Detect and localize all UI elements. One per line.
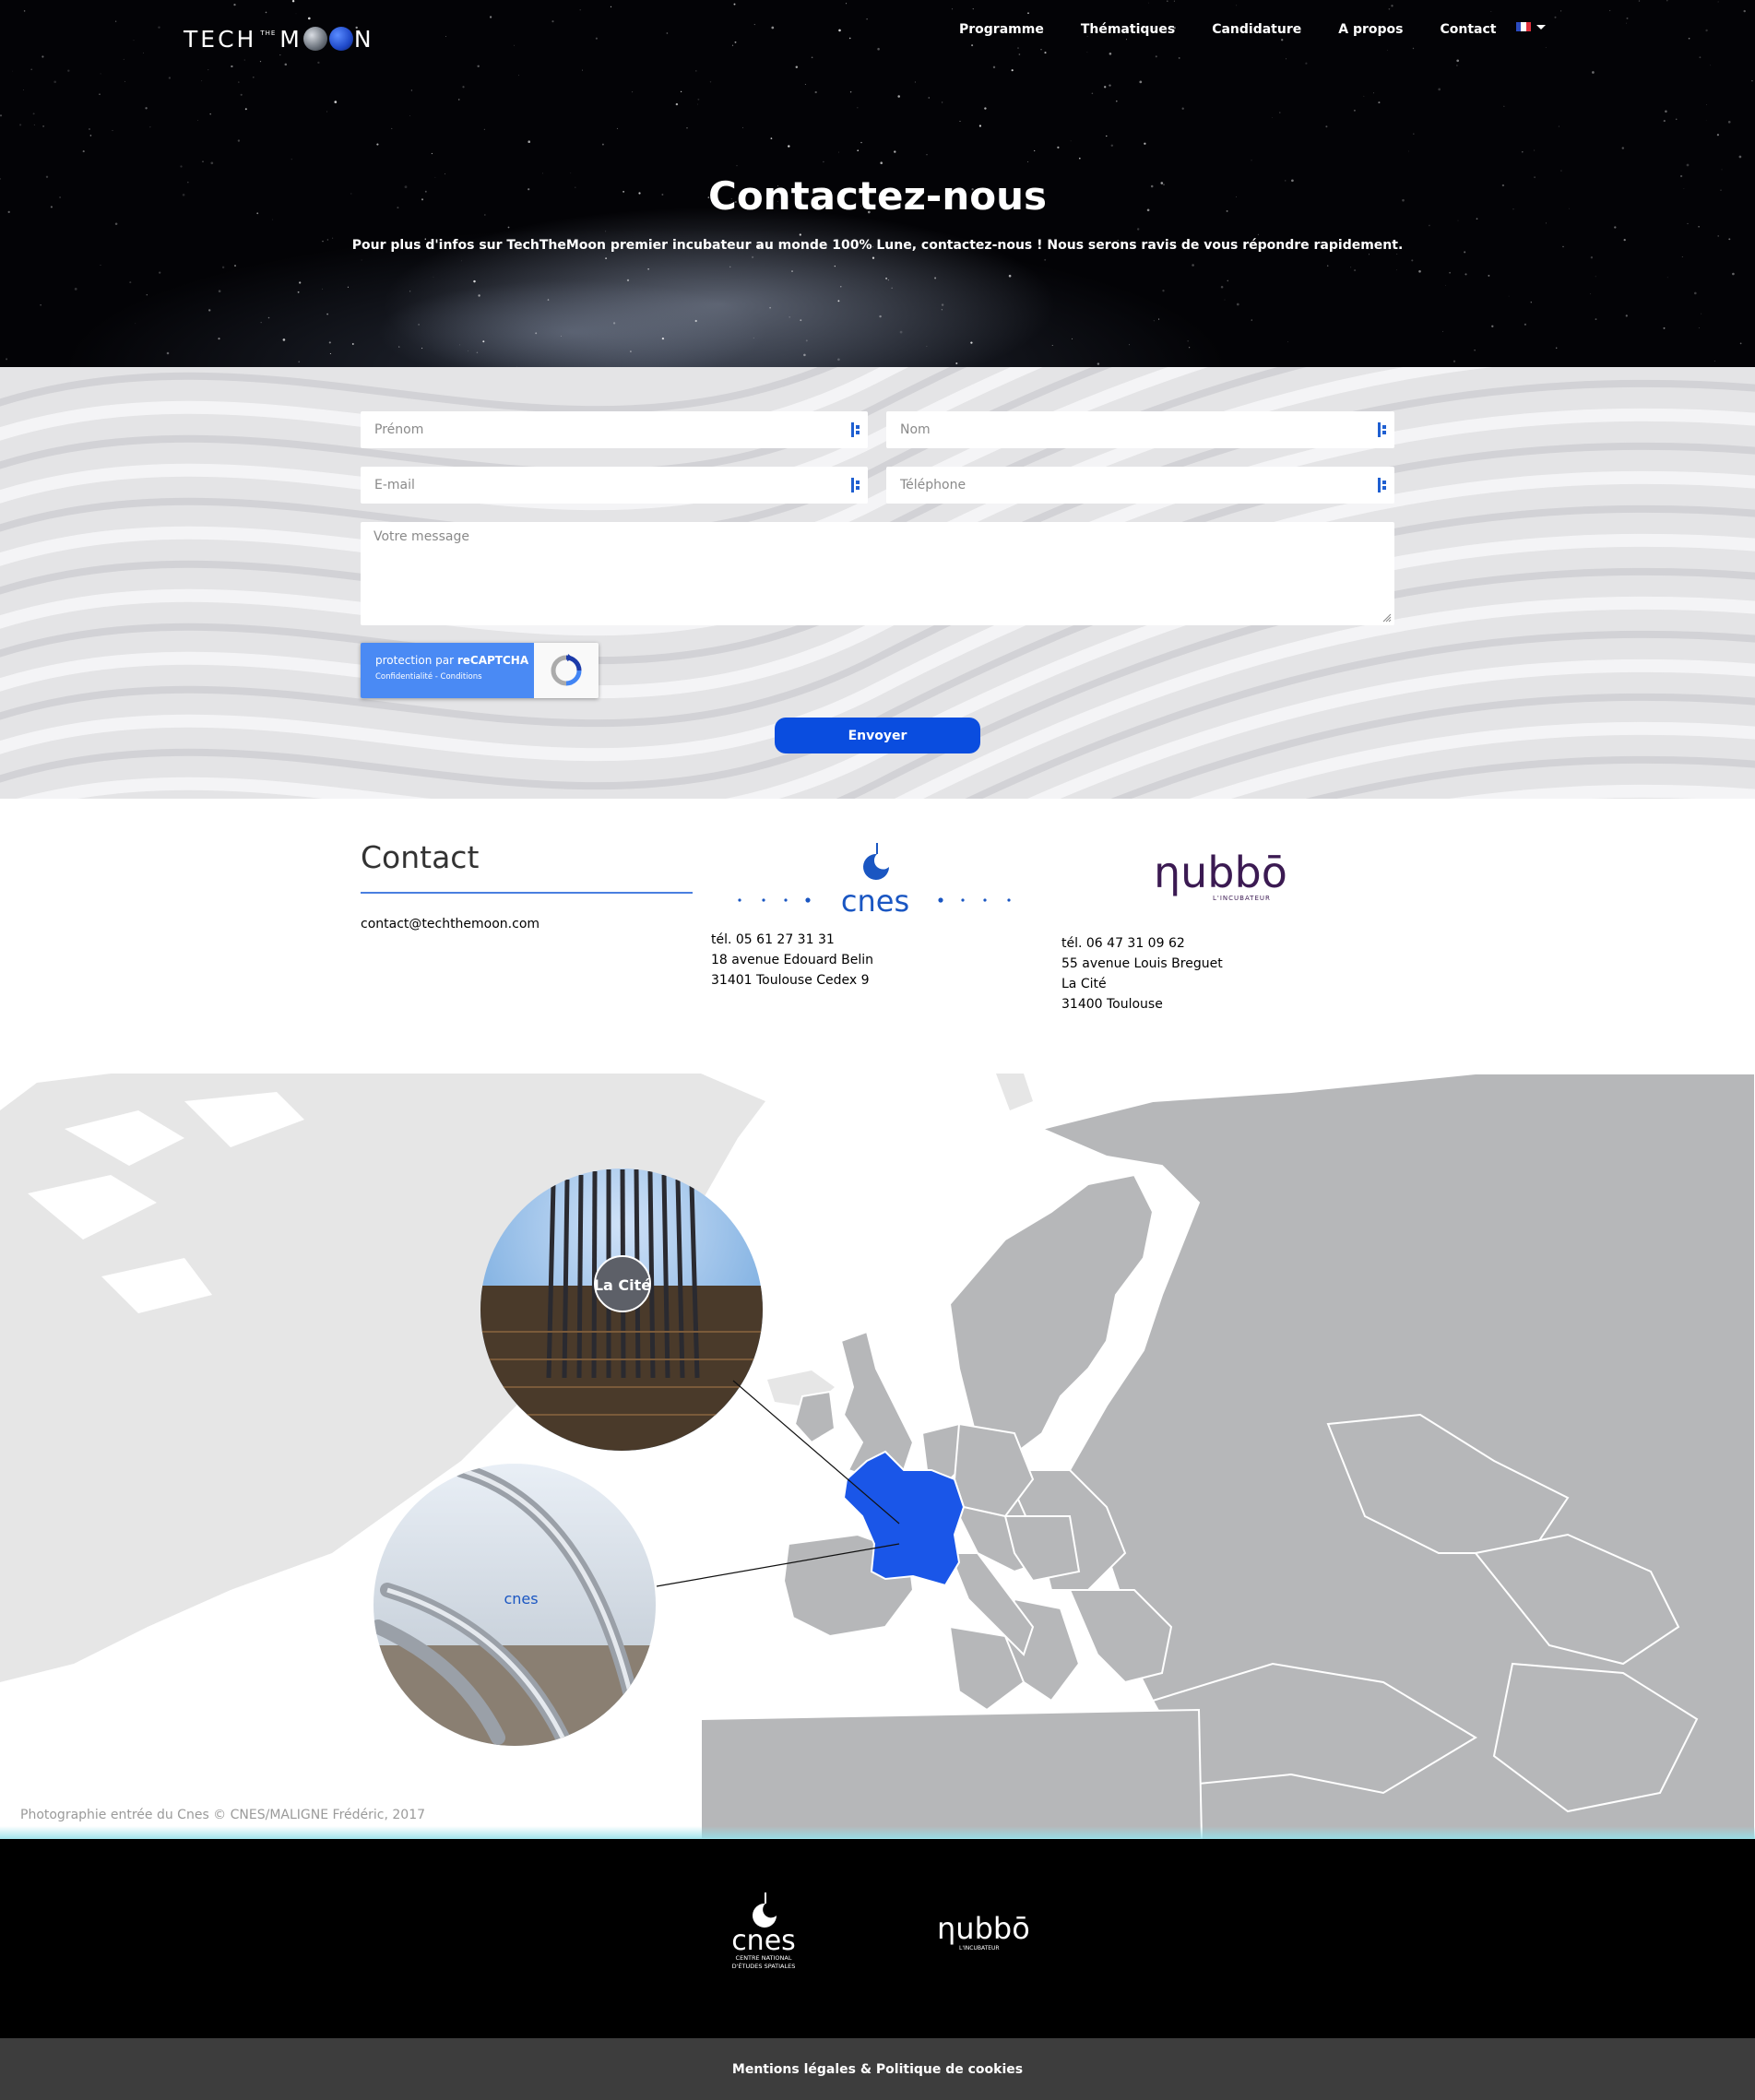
- cnes-street: 18 avenue Edouard Belin: [711, 953, 874, 967]
- nav-item-programme[interactable]: Programme: [959, 22, 1044, 41]
- send-button[interactable]: Envoyer: [775, 718, 980, 753]
- page-title: Contactez-nous: [708, 173, 1047, 219]
- recaptcha-links[interactable]: Confidentialité - Conditions: [375, 672, 534, 682]
- nav-item-thematiques[interactable]: Thématiques: [1081, 22, 1175, 41]
- cnes-c-mark-icon: [863, 853, 889, 880]
- nubbo-building: La Cité: [1061, 977, 1107, 991]
- nubbo-logo-tag: L'INCUBATEUR: [1213, 895, 1271, 902]
- recaptcha-badge[interactable]: protection par reCAPTCHA Confidentialité…: [361, 643, 599, 698]
- main-nav: Programme Thématiques Candidature A prop…: [959, 22, 1533, 41]
- nav-item-candidature[interactable]: Candidature: [1212, 22, 1301, 41]
- cnes-entrance-photo: cnes: [374, 1464, 656, 1746]
- footer-nubbo-text: ηubbō: [937, 1911, 1030, 1946]
- last-name-placeholder: Nom: [900, 422, 931, 437]
- phone-placeholder: Téléphone: [900, 478, 966, 492]
- nubbo-city: 31400 Toulouse: [1061, 997, 1163, 1012]
- footer-nubbo-logo[interactable]: ηubbō L'INCUBATEUR: [937, 1911, 1044, 1953]
- legal-link[interactable]: Mentions légales & Politique de cookies: [732, 2062, 1023, 2077]
- recaptcha-logo-icon: [534, 643, 599, 698]
- nubbo-logo-text: ηubbō: [1154, 848, 1287, 897]
- phone-field[interactable]: Téléphone: [886, 467, 1394, 504]
- first-name-field[interactable]: Prénom: [361, 411, 868, 448]
- nubbo-address: tél. 06 47 31 09 62 55 avenue Louis Breg…: [1061, 933, 1223, 1014]
- autofill-key-icon: [1378, 478, 1387, 492]
- logo-text-m: M: [279, 25, 302, 53]
- language-selector[interactable]: [1516, 22, 1546, 31]
- nav-item-apropos[interactable]: A propos: [1338, 22, 1403, 41]
- last-name-field[interactable]: Nom: [886, 411, 1394, 448]
- section-divider-glow: [0, 1826, 1755, 1839]
- british-isles: [793, 1330, 915, 1481]
- footer-nubbo-tag: L'INCUBATEUR: [959, 1945, 1000, 1952]
- nav-item-contact[interactable]: Contact: [1440, 22, 1496, 41]
- cnes-logo-text: cnes: [841, 884, 909, 913]
- first-name-placeholder: Prénom: [374, 422, 424, 437]
- photo-credit: Photographie entrée du Cnes © CNES/MALIG…: [20, 1808, 426, 1822]
- europe-map: La Cité cnes: [0, 1074, 1755, 1839]
- page-subtitle: Pour plus d'infos sur TechTheMoon premie…: [351, 238, 1404, 253]
- email-placeholder: E-mail: [374, 478, 415, 492]
- autofill-key-icon: [1378, 422, 1387, 437]
- footer-cnes-text: cnes: [731, 1925, 796, 1957]
- cnes-address: tél. 05 61 27 31 31 18 avenue Edouard Be…: [711, 930, 873, 991]
- footer: cnes CENTRE NATIONAL D'ÉTUDES SPATIALES …: [0, 1839, 1755, 2038]
- la-cite-label: La Cité: [594, 1276, 651, 1294]
- logo-text-the: THE: [260, 30, 277, 37]
- footer-cnes-tagline-1: CENTRE NATIONAL: [736, 1954, 792, 1962]
- cnes-sign-text: cnes: [504, 1590, 538, 1608]
- cnes-city: 31401 Toulouse Cedex 9: [711, 973, 870, 988]
- recaptcha-text: protection par reCAPTCHA Confidentialité…: [361, 643, 534, 698]
- cnes-phone[interactable]: tél. 05 61 27 31 31: [711, 930, 873, 950]
- logo-text-n: N: [353, 25, 374, 53]
- site-logo[interactable]: TECH THE M N: [184, 22, 374, 55]
- nubbo-phone[interactable]: tél. 06 47 31 09 62: [1061, 933, 1223, 954]
- nubbo-logo[interactable]: ηubbō L'INCUBATEUR: [1154, 848, 1301, 904]
- legal-bar: Mentions légales & Politique de cookies: [0, 2038, 1755, 2100]
- footer-cnes-tagline-2: D'ÉTUDES SPATIALES: [732, 1962, 796, 1970]
- logo-text-tech: TECH: [184, 25, 257, 53]
- email-field[interactable]: E-mail: [361, 467, 868, 504]
- nubbo-street: 55 avenue Louis Breguet: [1061, 956, 1223, 971]
- cnes-logo[interactable]: cnes: [736, 841, 1017, 913]
- heading-underline: [361, 892, 693, 894]
- contact-email-link[interactable]: contact@techthemoon.com: [361, 917, 540, 931]
- message-textarea[interactable]: Votre message: [361, 522, 1394, 625]
- message-placeholder: Votre message: [374, 529, 469, 544]
- autofill-key-icon: [851, 422, 860, 437]
- hero-section: TECH THE M N Programme Thématiques Candi…: [0, 0, 1755, 367]
- footer-cnes-logo[interactable]: cnes CENTRE NATIONAL D'ÉTUDES SPATIALES: [724, 1892, 807, 1972]
- la-cite-photo: La Cité: [480, 1169, 763, 1451]
- resize-handle-icon[interactable]: [1382, 613, 1392, 623]
- recaptcha-prefix: protection par: [375, 654, 457, 667]
- chevron-down-icon: [1536, 24, 1546, 30]
- map-section: La Cité cnes: [0, 1074, 1755, 1839]
- moon-icon: [302, 27, 327, 51]
- french-flag-icon: [1516, 22, 1531, 31]
- recaptcha-brand: reCAPTCHA: [457, 654, 529, 667]
- autofill-key-icon: [851, 478, 860, 492]
- earth-icon: [328, 27, 353, 51]
- contact-heading: Contact: [361, 839, 480, 875]
